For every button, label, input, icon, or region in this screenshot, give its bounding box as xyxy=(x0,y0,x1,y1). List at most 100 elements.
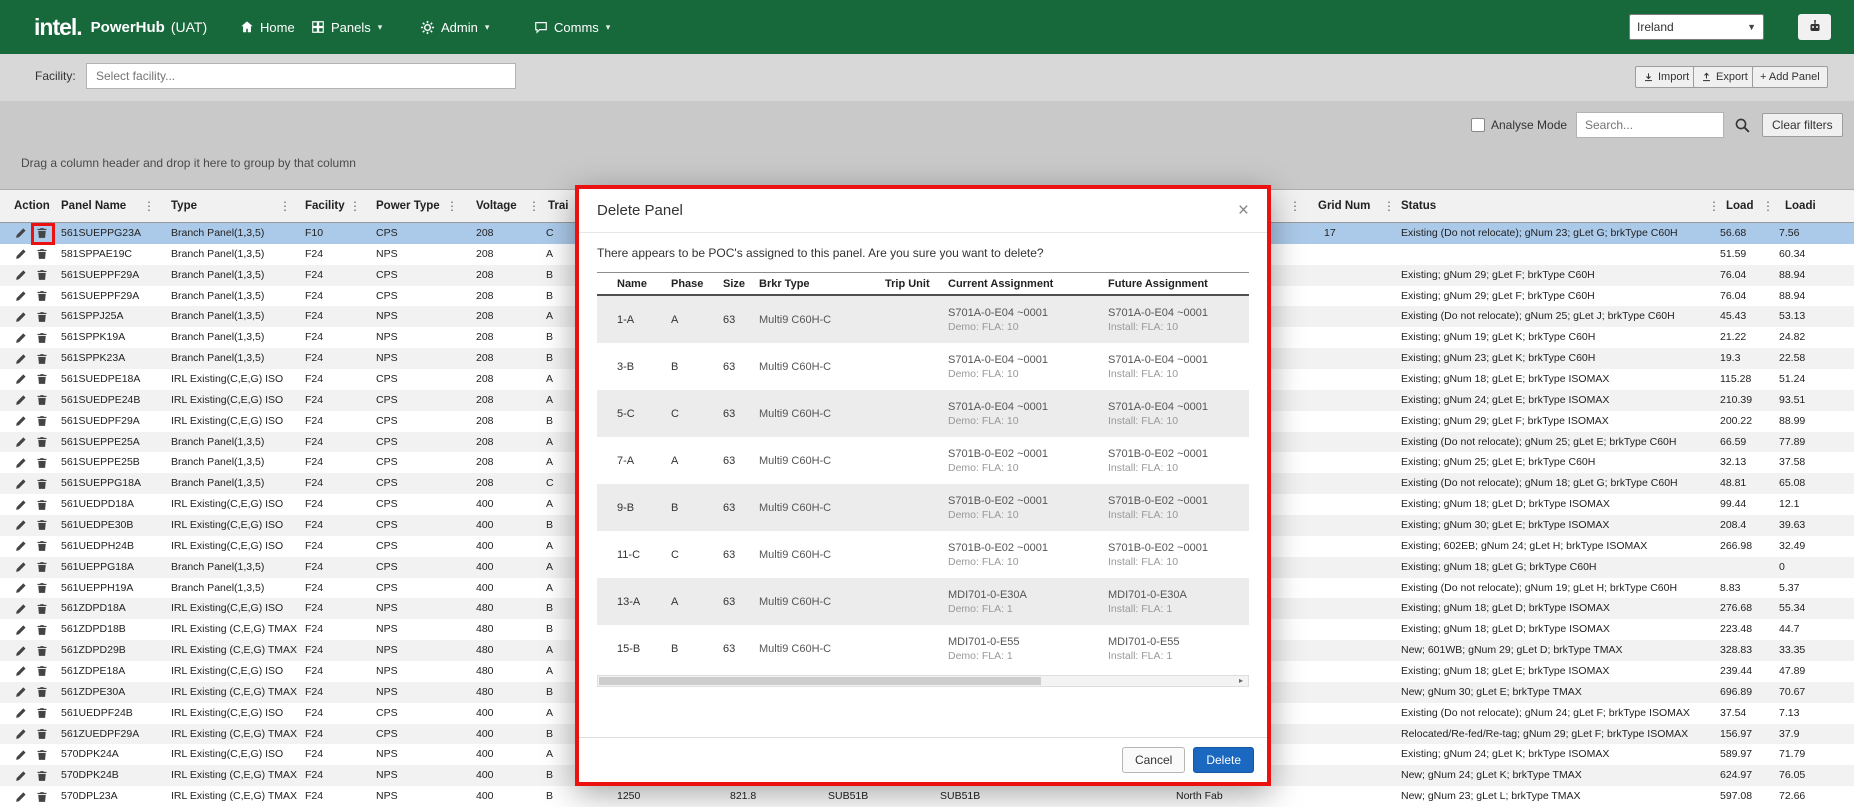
column-header-grid-num[interactable]: Grid Num xyxy=(1318,190,1370,222)
column-menu-icon[interactable]: ⋮ xyxy=(1762,190,1774,222)
delete-icon[interactable] xyxy=(36,478,48,490)
delete-icon[interactable] xyxy=(36,603,48,615)
cancel-button[interactable]: Cancel xyxy=(1122,747,1185,773)
delete-icon[interactable] xyxy=(36,353,48,365)
edit-icon[interactable] xyxy=(15,686,27,698)
edit-icon[interactable] xyxy=(15,227,27,239)
delete-icon[interactable] xyxy=(36,770,48,782)
edit-icon[interactable] xyxy=(15,582,27,594)
delete-icon[interactable] xyxy=(36,791,48,803)
column-header-action[interactable]: Action xyxy=(14,190,50,222)
delete-icon[interactable] xyxy=(36,624,48,636)
edit-icon[interactable] xyxy=(15,645,27,657)
edit-icon[interactable] xyxy=(15,624,27,636)
modal-hscrollbar[interactable]: ▸ xyxy=(597,675,1249,687)
delete-icon[interactable] xyxy=(36,707,48,719)
nav-item-comms[interactable]: Comms ▾ xyxy=(534,0,610,54)
analyse-mode-toggle[interactable]: Analyse Mode xyxy=(1471,118,1567,132)
clear-filters-button[interactable]: Clear filters xyxy=(1762,113,1843,137)
column-header-train[interactable]: Trai xyxy=(548,190,568,222)
edit-icon[interactable] xyxy=(15,603,27,615)
robot-button[interactable] xyxy=(1798,14,1831,40)
delete-icon[interactable] xyxy=(36,394,48,406)
scrollbar-thumb[interactable] xyxy=(599,677,1041,685)
edit-icon[interactable] xyxy=(15,394,27,406)
edit-icon[interactable] xyxy=(15,248,27,260)
column-header-loading[interactable]: Loadi xyxy=(1785,190,1816,222)
column-header-power-type[interactable]: Power Type xyxy=(376,190,440,222)
nav-item-panels[interactable]: Panels ▾ xyxy=(311,0,382,54)
delete-icon[interactable] xyxy=(36,749,48,761)
delete-icon[interactable] xyxy=(36,269,48,281)
scroll-right-icon[interactable]: ▸ xyxy=(1235,676,1247,686)
delete-icon[interactable] xyxy=(36,227,48,239)
delete-icon[interactable] xyxy=(36,248,48,260)
delete-icon[interactable] xyxy=(36,728,48,740)
export-button[interactable]: Export xyxy=(1693,66,1756,88)
column-header-type[interactable]: Type xyxy=(171,190,197,222)
edit-icon[interactable] xyxy=(15,665,27,677)
search-button[interactable] xyxy=(1729,112,1756,138)
column-header-load[interactable]: Load xyxy=(1726,190,1753,222)
column-menu-icon[interactable]: ⋮ xyxy=(349,190,361,222)
add-panel-button[interactable]: + Add Panel xyxy=(1752,66,1828,88)
delete-button[interactable]: Delete xyxy=(1193,747,1254,773)
edit-icon[interactable] xyxy=(15,332,27,344)
edit-icon[interactable] xyxy=(15,499,27,511)
edit-icon[interactable] xyxy=(15,436,27,448)
edit-icon[interactable] xyxy=(15,457,27,469)
analyse-mode-checkbox[interactable] xyxy=(1471,118,1485,132)
nav-item-home[interactable]: Home xyxy=(240,0,295,54)
facility-select-input[interactable] xyxy=(86,63,516,89)
delete-icon[interactable] xyxy=(36,373,48,385)
edit-icon[interactable] xyxy=(15,373,27,385)
column-header-facility[interactable]: Facility xyxy=(305,190,345,222)
import-button[interactable]: Import xyxy=(1635,66,1697,88)
edit-icon[interactable] xyxy=(15,415,27,427)
delete-icon[interactable] xyxy=(36,540,48,552)
delete-icon[interactable] xyxy=(36,582,48,594)
edit-icon[interactable] xyxy=(15,290,27,302)
grid-num-cell xyxy=(1324,557,1382,578)
edit-icon[interactable] xyxy=(15,540,27,552)
table-row[interactable]: 570DPL23AIRL Existing (C,E,G) TMAXF24NPS… xyxy=(0,786,1854,807)
nav-item-admin[interactable]: Admin ▾ xyxy=(420,0,489,54)
edit-icon[interactable] xyxy=(15,707,27,719)
delete-icon[interactable] xyxy=(36,290,48,302)
edit-icon[interactable] xyxy=(15,561,27,573)
column-menu-icon[interactable]: ⋮ xyxy=(1708,190,1720,222)
delete-icon[interactable] xyxy=(36,561,48,573)
gear-icon xyxy=(420,20,435,35)
delete-icon[interactable] xyxy=(36,415,48,427)
edit-icon[interactable] xyxy=(15,749,27,761)
column-header-voltage[interactable]: Voltage xyxy=(476,190,517,222)
region-select[interactable]: Ireland ▼ xyxy=(1629,14,1764,40)
edit-icon[interactable] xyxy=(15,519,27,531)
column-menu-icon[interactable]: ⋮ xyxy=(279,190,291,222)
delete-icon[interactable] xyxy=(36,665,48,677)
delete-icon[interactable] xyxy=(36,436,48,448)
column-menu-icon[interactable]: ⋮ xyxy=(446,190,458,222)
edit-icon[interactable] xyxy=(15,353,27,365)
column-header-status[interactable]: Status xyxy=(1401,190,1436,222)
delete-icon[interactable] xyxy=(36,499,48,511)
delete-icon[interactable] xyxy=(36,311,48,323)
edit-icon[interactable] xyxy=(15,770,27,782)
column-menu-icon[interactable]: ⋮ xyxy=(1289,190,1301,222)
search-input[interactable] xyxy=(1576,112,1724,138)
delete-icon[interactable] xyxy=(36,645,48,657)
delete-icon[interactable] xyxy=(36,332,48,344)
delete-icon[interactable] xyxy=(36,457,48,469)
column-menu-icon[interactable]: ⋮ xyxy=(528,190,540,222)
column-menu-icon[interactable]: ⋮ xyxy=(143,190,155,222)
edit-icon[interactable] xyxy=(15,728,27,740)
close-icon[interactable]: × xyxy=(1238,201,1249,220)
edit-icon[interactable] xyxy=(15,791,27,803)
edit-icon[interactable] xyxy=(15,478,27,490)
delete-icon[interactable] xyxy=(36,686,48,698)
column-header-panel-name[interactable]: Panel Name xyxy=(61,190,126,222)
delete-icon[interactable] xyxy=(36,519,48,531)
column-menu-icon[interactable]: ⋮ xyxy=(1383,190,1395,222)
edit-icon[interactable] xyxy=(15,311,27,323)
edit-icon[interactable] xyxy=(15,269,27,281)
